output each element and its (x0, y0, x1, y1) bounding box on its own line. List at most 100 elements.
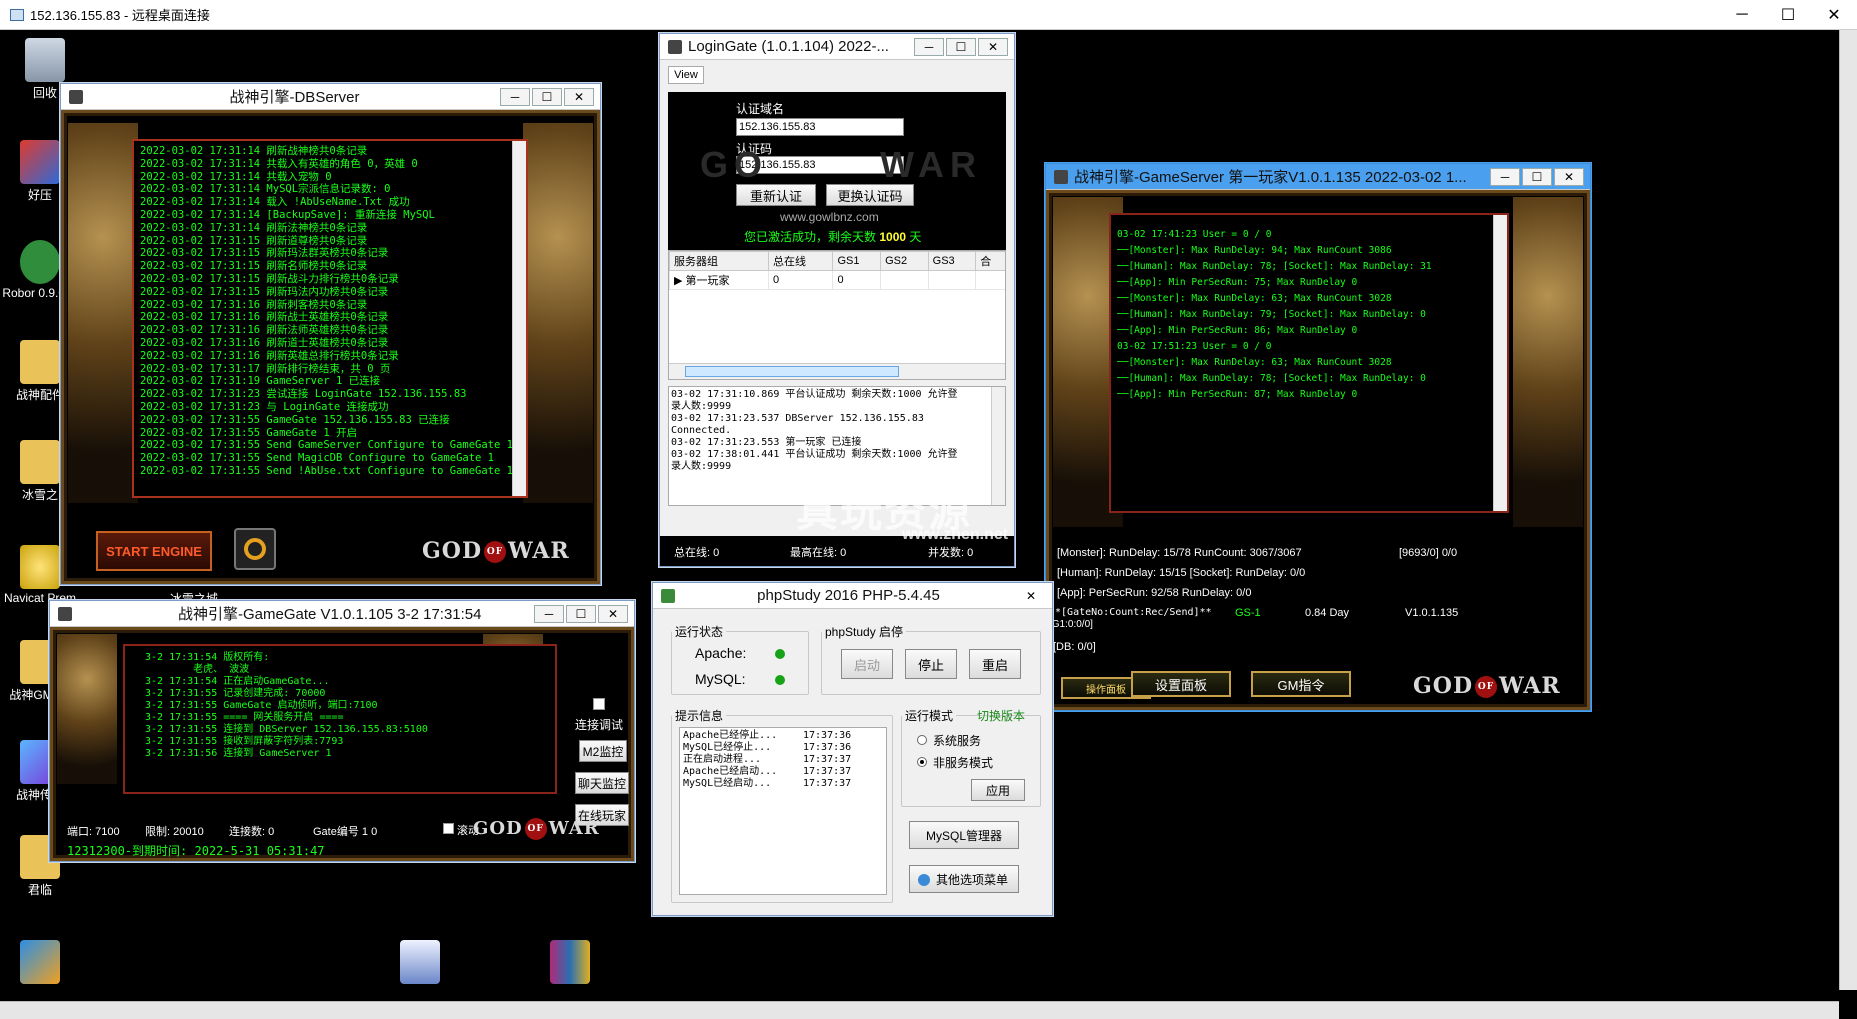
log-scrollbar[interactable] (512, 141, 526, 496)
maximize-button[interactable]: ☐ (946, 37, 976, 56)
log-line: 2022-03-02 17:31:15 刷新玛法群英榜共0条记录 (140, 247, 389, 260)
maximize-button[interactable]: ☐ (1765, 0, 1811, 30)
editor-icon (400, 940, 440, 984)
phpstudy-titlebar: phpStudy 2016 PHP-5.4.45 ✕ (653, 583, 1052, 609)
desktop-icon-xshell[interactable] (0, 940, 80, 986)
m2-monitor-button[interactable]: M2监控 (579, 740, 627, 762)
log-line: 3-2 17:31:54 正在启动GameGate... (145, 676, 330, 687)
close-button[interactable]: ✕ (1811, 0, 1857, 30)
tip-row: MySQL已经启动... 17:37:37 (683, 778, 852, 789)
log-scrollbar[interactable] (991, 387, 1005, 505)
desktop-icon-label: 战神配件 (15, 388, 64, 402)
minimize-button[interactable]: ─ (1490, 167, 1520, 186)
debug-checkbox[interactable] (593, 698, 605, 710)
db-stats: [DB: 0/0] (1053, 641, 1096, 653)
minimize-button[interactable]: ─ (1719, 0, 1765, 30)
archive-app-icon (20, 140, 60, 184)
log-line: ──[Human]: Max RunDelay: 79; [Socket]: M… (1117, 309, 1426, 320)
auth-domain-input[interactable] (736, 118, 904, 136)
auth-banner: 认证域名 认证码 GO WAR 重新认证 更换认证码 www.gowlbnz.c… (668, 92, 1006, 254)
mysql-manager-button[interactable]: MySQL管理器 (909, 821, 1019, 849)
change-auth-code-button[interactable]: 更换认证码 (826, 184, 914, 206)
desktop-icon-winrar[interactable] (530, 940, 610, 986)
server-counter: [9693/0] 0/0 (1399, 547, 1458, 559)
log-line: 2022-03-02 17:31:14 MySQL宗派信息记录数: 0 (140, 183, 391, 196)
log-line: 2022-03-02 17:31:14 [BackupSave]: 重新连接 M… (140, 208, 435, 221)
close-button[interactable]: ✕ (1016, 587, 1046, 605)
port-status: 端口: 7100 (67, 826, 120, 838)
chat-monitor-button[interactable]: 聊天监控 (575, 772, 629, 794)
switch-version-link[interactable]: 切换版本 (977, 707, 1025, 724)
table-horizontal-scrollbar[interactable] (669, 363, 1005, 379)
log-scrollbar[interactable] (1493, 215, 1507, 511)
log-line: 2022-03-02 17:31:14 载入 !AbUseName.Txt 成功 (140, 196, 410, 209)
god-of-war-logo: GOD OF WAR (473, 818, 600, 840)
column-header[interactable]: GS2 (880, 251, 929, 271)
view-menu[interactable]: View (668, 66, 704, 84)
log-line: ──[Monster]: Max RunDelay: 63; Max RunCo… (1117, 293, 1392, 304)
system-service-label: 系统服务 (933, 734, 982, 748)
god-of-war-logo: GOD OF WAR (422, 538, 570, 564)
app-icon (1054, 169, 1068, 184)
desktop-icon-editor[interactable] (380, 940, 460, 986)
start-engine-button[interactable]: START ENGINE (96, 531, 212, 571)
app-icon (69, 89, 83, 104)
close-button[interactable]: ✕ (978, 37, 1008, 56)
close-button[interactable]: ✕ (564, 87, 594, 106)
minimize-button[interactable]: ─ (500, 87, 530, 106)
maximize-button[interactable]: ☐ (1522, 167, 1552, 186)
maximize-button[interactable]: ☐ (532, 87, 562, 106)
reauth-button[interactable]: 重新认证 (736, 184, 816, 206)
db-log-panel: 2022-03-02 17:31:14 刷新战神榜共0条记录 2022-03-02… (132, 139, 528, 498)
apply-button[interactable]: 应用 (971, 779, 1025, 801)
settings-panel-button[interactable]: 设置面板 (1131, 671, 1231, 697)
restart-button[interactable]: 重启 (969, 649, 1021, 679)
gameserver-log-text: 03-02 17:41:23 User = 0 / 0 ──[Monster]: … (1117, 227, 1432, 403)
minimize-button[interactable]: ─ (914, 37, 944, 56)
column-header[interactable]: 服务器组 (669, 251, 770, 271)
vertical-scrollbar[interactable] (1839, 30, 1857, 990)
stop-button[interactable]: 停止 (905, 649, 957, 679)
log-line: 3-2 17:31:55 接收到屏蔽字符列表:7793 (145, 736, 344, 747)
tips-list: Apache已经停止... 17:37:36 MySQL已经停止... 17:37:3… (679, 727, 887, 895)
desktop-icon-label: 好压 (27, 188, 52, 202)
log-line: 3-2 17:31:55 连接到 DBServer 152.136.155.83… (145, 724, 428, 735)
log-line: 2022-03-02 17:31:14 共载入有英雄的角色 0，英雄 0 (140, 157, 418, 170)
total-online: 总在线: 0 (674, 547, 720, 559)
log-line: 2022-03-02 17:31:23 与 LoginGate 连接成功 (140, 400, 389, 413)
winrar-icon (550, 940, 590, 984)
maximize-button[interactable]: ☐ (566, 604, 596, 623)
window-title: LoginGate (1.0.1.104) 2022-... (688, 38, 889, 55)
column-header[interactable]: GS3 (927, 251, 977, 271)
horizontal-scrollbar[interactable] (0, 1001, 1839, 1019)
close-button[interactable]: ✕ (598, 604, 628, 623)
folder-icon (20, 340, 60, 384)
close-button[interactable]: ✕ (1554, 167, 1584, 186)
settings-gear-icon[interactable] (234, 528, 276, 570)
table-cell: 0 (768, 270, 834, 290)
system-service-radio[interactable] (917, 735, 927, 745)
gm-command-button[interactable]: GM指令 (1251, 671, 1351, 697)
log-line: 2022-03-02 17:31:55 Send MagicDB Configu… (140, 452, 495, 465)
log-line: 2022-03-02 17:31:14 刷新法神榜共0条记录 (140, 221, 368, 234)
start-button[interactable]: 启动 (841, 649, 893, 679)
column-header[interactable]: GS1 (832, 251, 882, 271)
non-service-radio[interactable] (917, 757, 927, 767)
log-line: 2022-03-02 17:31:15 刷新道尊榜共0条记录 (140, 234, 368, 247)
window-title: phpStudy 2016 PHP-5.4.45 (757, 587, 940, 604)
other-options-button[interactable]: 其他选项菜单 (909, 865, 1019, 893)
column-header[interactable]: 合 (975, 251, 1005, 271)
log-line: 2022-03-02 17:31:14 共载入宠物 0 (140, 170, 332, 183)
minimize-button[interactable]: ─ (534, 604, 564, 623)
logingate-titlebar: LoginGate (1.0.1.104) 2022-... ─ ☐ ✕ (660, 34, 1014, 60)
log-line: 2022-03-02 17:31:55 GameGate 1 开启 (140, 426, 357, 439)
god-of-war-frame: 2022-03-02 17:31:14 刷新战神榜共0条记录 2022-03-02… (61, 110, 600, 584)
app-icon (661, 588, 675, 603)
column-header[interactable]: 总在线 (768, 251, 834, 271)
scroll-checkbox[interactable] (443, 823, 454, 834)
log-line: ──[Human]: Max RunDelay: 78; [Socket]: M… (1117, 373, 1426, 384)
table-row[interactable]: ▶ 第一玩家 0 0 (669, 270, 1005, 290)
tip-row: 正在启动进程... 17:37:37 (683, 754, 852, 765)
mysql-label: MySQL: (695, 671, 746, 687)
log-line: 3-2 17:31:54 版权所有: (145, 652, 270, 663)
